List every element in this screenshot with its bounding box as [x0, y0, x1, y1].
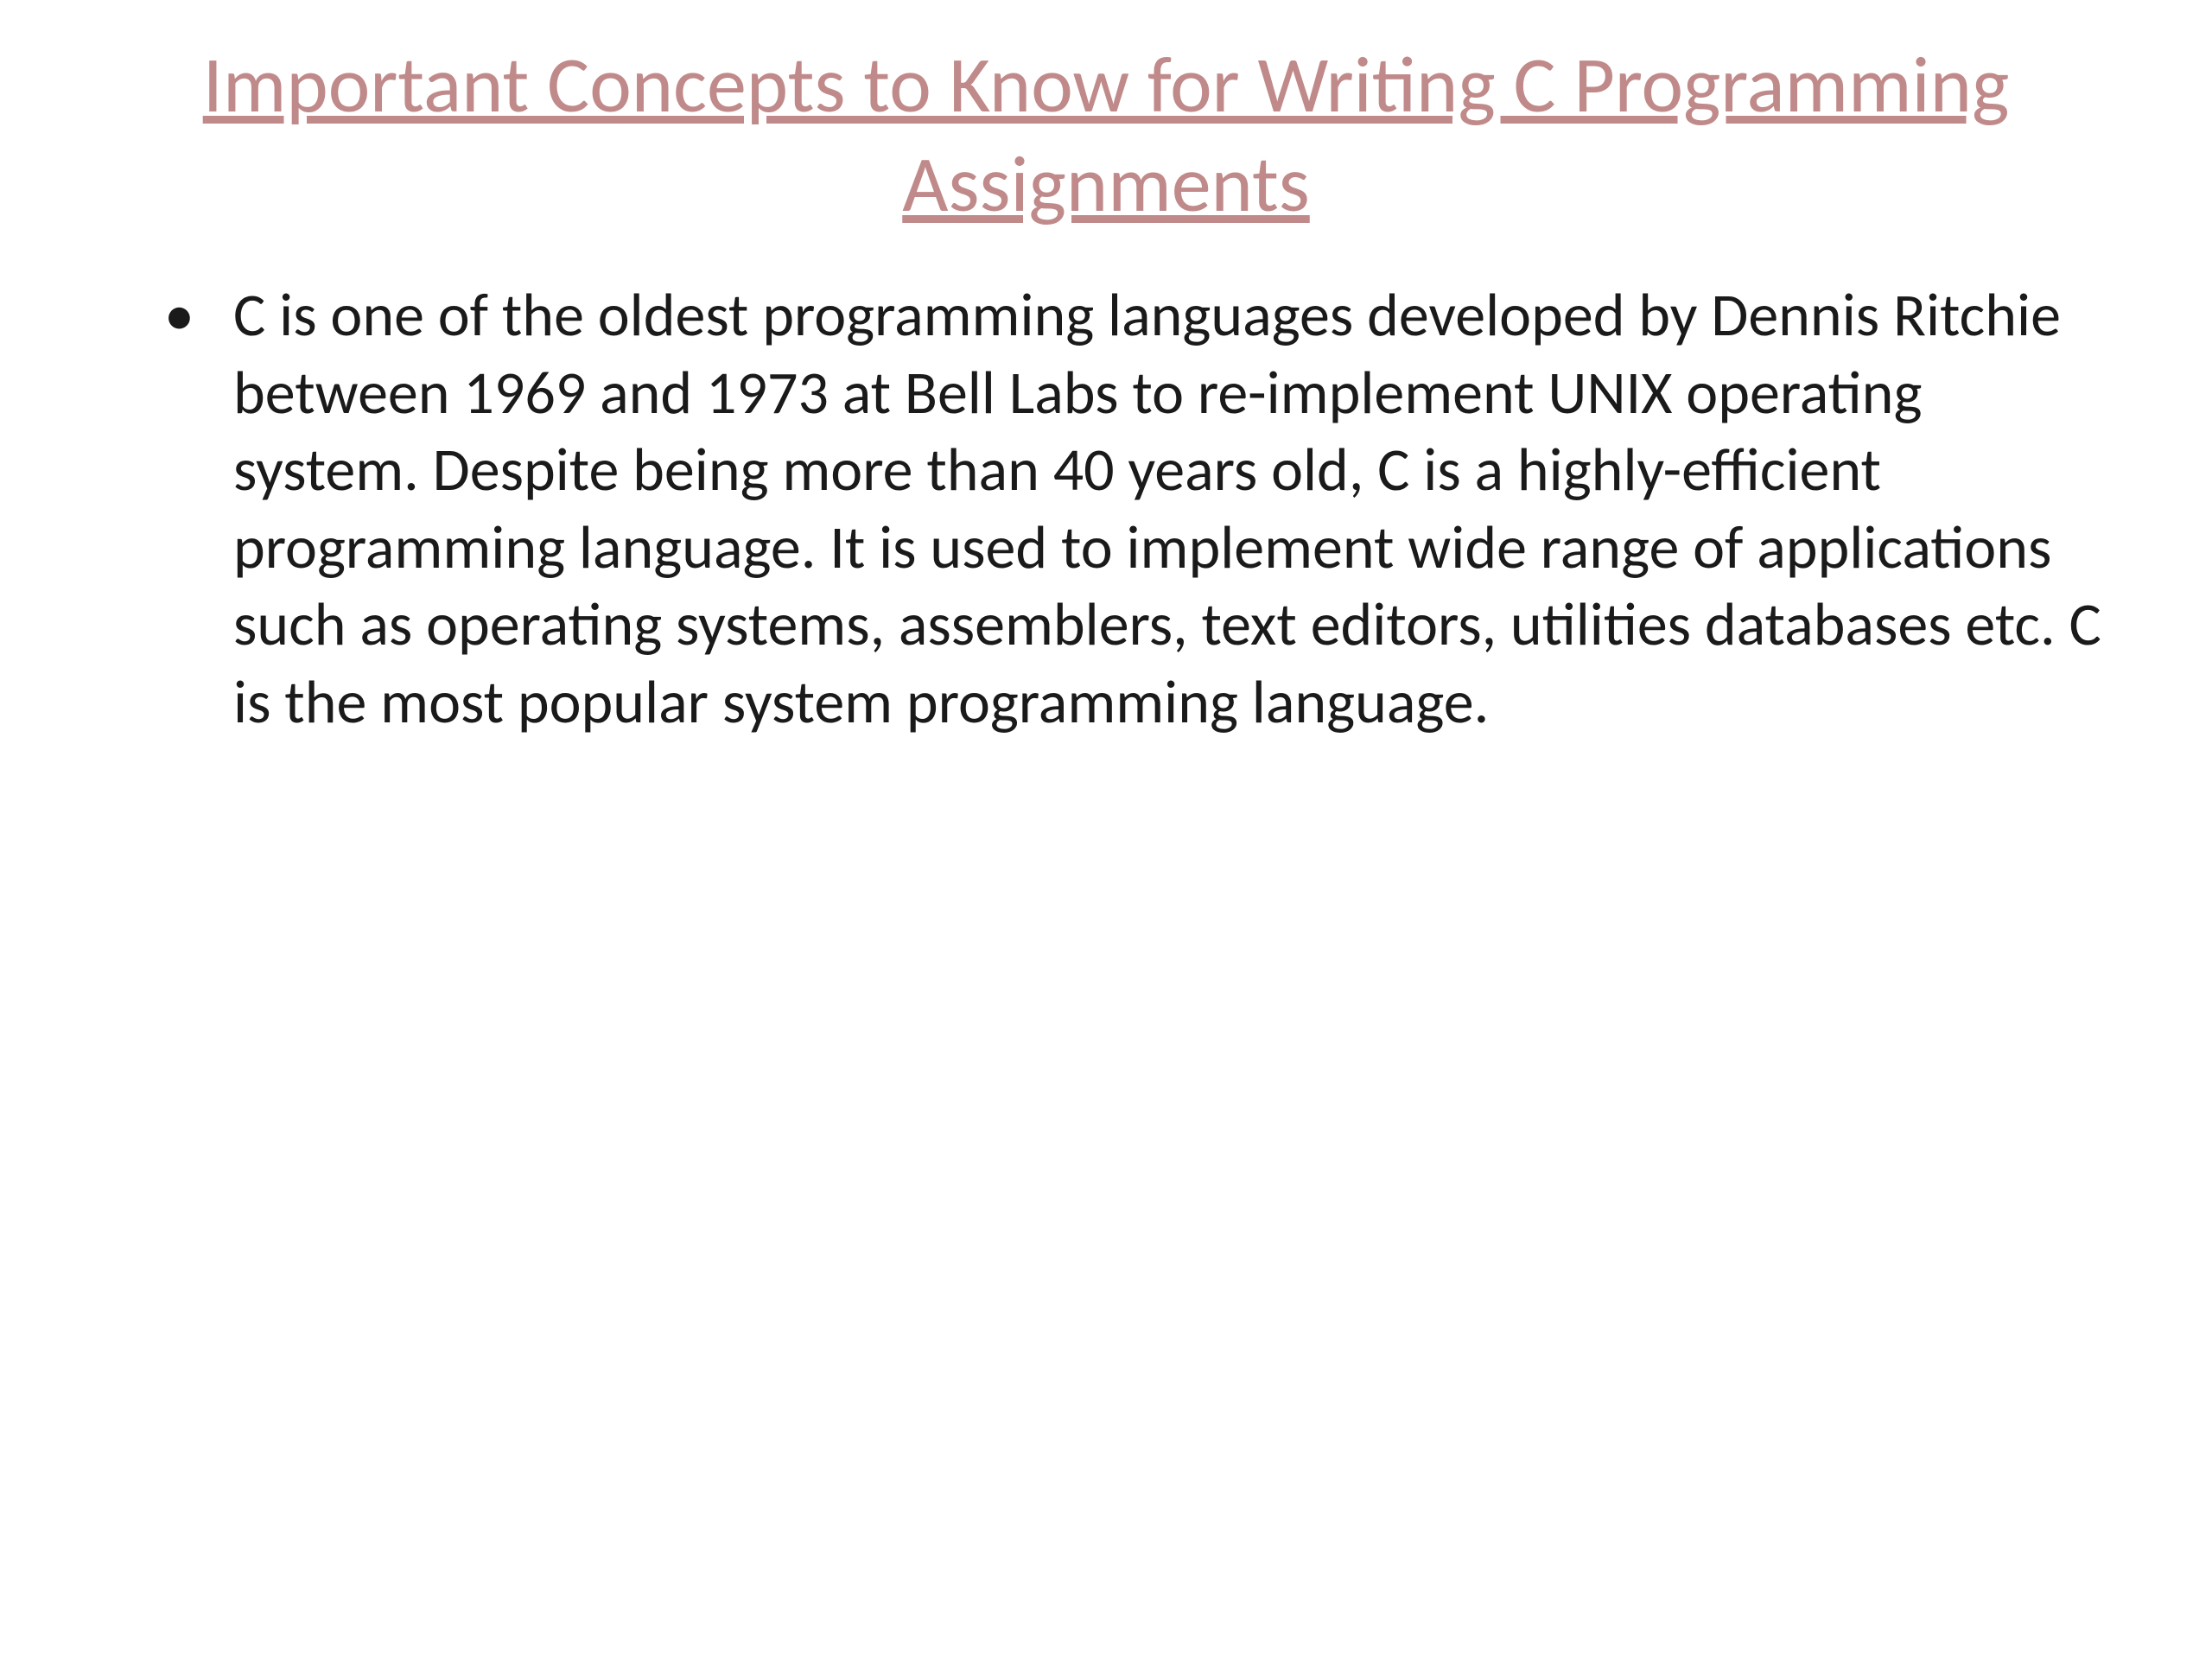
list-item: C is one of the oldest programming langu… [164, 276, 2108, 741]
bullet-list: C is one of the oldest programming langu… [104, 276, 2108, 741]
slide-title: Important Concepts to Know for Writing C… [104, 35, 2108, 233]
